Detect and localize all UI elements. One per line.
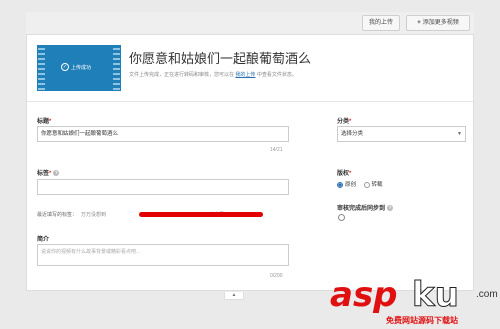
plus-icon: +: [417, 20, 421, 26]
title-input[interactable]: 你愿意和姑娘们一起酿葡萄酒么: [37, 126, 289, 142]
tags-label: 标签*?: [37, 170, 60, 177]
watermark-logo: asp ku .com 免费网站源码下载站: [330, 275, 498, 329]
info-icon[interactable]: ?: [387, 205, 394, 212]
recent-tags-label: 最近填写的标签：: [37, 212, 78, 218]
film-strip-right: [113, 45, 120, 91]
recent-tag[interactable]: 万万没想到: [81, 212, 106, 218]
intro-counter: 0/200: [270, 273, 283, 279]
copyright-label: 版权*: [337, 171, 352, 177]
radio-repost-label: 转载: [371, 182, 383, 188]
check-circle-icon: ✓: [61, 63, 69, 71]
required-mark: *: [49, 119, 52, 125]
status-prefix: 文件上传完成，正在进行转码和审核，您可以在: [129, 72, 235, 78]
add-more-label: 添加更多视频: [422, 20, 459, 26]
watermark-asp: asp: [330, 275, 398, 315]
my-uploads-link[interactable]: 我的上传: [235, 72, 255, 78]
upload-card: ✓ 上传成功 你愿意和姑娘们一起酿葡萄酒么 文件上传完成，正在进行转码和审核，您…: [26, 34, 474, 291]
video-thumbnail: ✓ 上传成功: [37, 45, 121, 91]
section-divider: [27, 101, 473, 102]
sync-label: 审核完成后同步到?: [337, 205, 394, 212]
title-label: 标题*: [37, 119, 52, 125]
upload-status-text: 文件上传完成，正在进行转码和审核，您可以在 我的上传 中查看文件状态。: [129, 71, 297, 78]
required-mark: *: [49, 171, 52, 177]
copyright-options: 原创 转载: [337, 180, 383, 188]
chevron-up-icon: ▲: [231, 292, 237, 298]
category-label: 分类*: [337, 119, 352, 125]
required-mark: *: [349, 171, 352, 177]
status-suffix: 中查看文件状态。: [256, 72, 297, 78]
redaction-mark: [139, 212, 263, 217]
radio-original-label: 原创: [345, 182, 357, 188]
info-icon[interactable]: ?: [53, 170, 60, 177]
category-selected: 选择分类: [341, 131, 364, 137]
watermark-com: .com: [476, 289, 498, 300]
category-select[interactable]: 选择分类 ▼: [337, 126, 466, 142]
search-icon[interactable]: [338, 214, 345, 221]
tags-input[interactable]: [37, 179, 289, 195]
watermark-ku: ku: [412, 275, 460, 316]
add-more-videos-button[interactable]: + 添加更多视频: [406, 15, 470, 31]
top-toolbar: 我的上传 + 添加更多视频: [26, 12, 474, 34]
intro-textarea[interactable]: 说说你的视频有什么故事背景或精彩看点吧...: [37, 244, 289, 266]
intro-label: 简介: [37, 237, 50, 243]
video-title: 你愿意和姑娘们一起酿葡萄酒么: [129, 51, 312, 66]
required-mark: *: [349, 119, 352, 125]
title-counter: 14/21: [270, 147, 283, 153]
film-strip-left: [38, 45, 45, 91]
my-uploads-button[interactable]: 我的上传: [362, 15, 400, 31]
upload-success-text: 上传成功: [71, 65, 92, 71]
collapse-tab[interactable]: ▲: [224, 292, 244, 300]
chevron-down-icon: ▼: [457, 131, 462, 137]
watermark-subtitle: 免费网站源码下载站: [386, 316, 458, 325]
radio-repost[interactable]: [363, 181, 370, 188]
radio-original[interactable]: [337, 181, 343, 188]
